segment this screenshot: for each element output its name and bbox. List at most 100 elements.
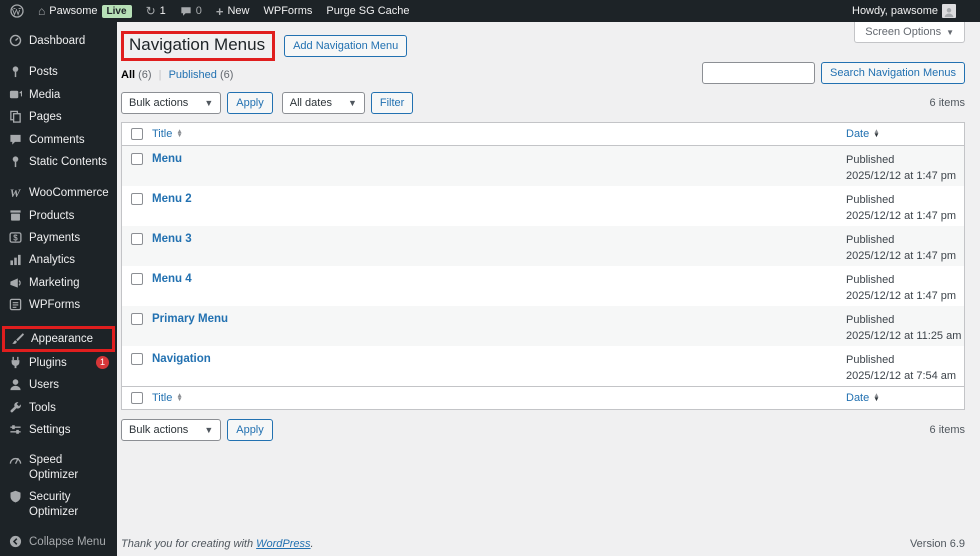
row-checkbox[interactable] <box>131 153 143 165</box>
sidebar-item-security-optimizer[interactable]: Security Optimizer <box>0 486 117 523</box>
sort-by-title-link[interactable]: Title ▲ ▼ <box>152 128 183 140</box>
form-icon <box>8 298 22 311</box>
sidebar-item-appearance[interactable]: Appearance <box>10 332 107 346</box>
comments-menu[interactable]: 0 <box>180 5 202 17</box>
sort-by-title-link[interactable]: Title ▲ ▼ <box>152 392 183 404</box>
sidebar-item-pages[interactable]: Pages <box>0 106 117 128</box>
sidebar-label: Plugins <box>29 356 67 369</box>
apply-button-bottom[interactable]: Apply <box>227 419 273 441</box>
brush-icon <box>10 332 24 345</box>
sidebar-item-dashboard[interactable]: Dashboard <box>0 30 117 52</box>
row-checkbox[interactable] <box>131 233 143 245</box>
row-checkbox-cell <box>122 153 152 165</box>
admin-footer: Thank you for creating with WordPress. V… <box>121 538 965 550</box>
sidebar-item-wpforms[interactable]: WPForms <box>0 294 117 316</box>
screen-options-toggle[interactable]: Screen Options ▼ <box>854 22 965 43</box>
table-footer-row: Title ▲ ▼ Date ▲ ▼ <box>122 386 964 409</box>
sidebar-item-plugins[interactable]: Plugins 1 <box>0 352 117 374</box>
sidebar-item-collapse-menu[interactable]: Collapse Menu <box>0 531 117 553</box>
sidebar-item-marketing[interactable]: Marketing <box>0 272 117 294</box>
search-navigation-menus-button[interactable]: Search Navigation Menus <box>821 62 965 84</box>
select-all-checkbox[interactable] <box>131 128 143 140</box>
navigation-menus-table: Title ▲ ▼ Date ▲ ▼ Menu Published 2025/12/… <box>121 122 965 410</box>
sidebar-label: Security Optimizer <box>29 491 79 518</box>
sidebar-item-products[interactable]: Products <box>0 205 117 227</box>
bar-chart-icon <box>8 253 22 266</box>
menu-title-link[interactable]: Menu <box>152 153 182 165</box>
wpforms-bar-label: WPForms <box>263 5 313 17</box>
all-dates-select[interactable]: All dates ▼ <box>281 92 365 114</box>
row-status: Published <box>846 274 895 286</box>
bulk-actions-value: Bulk actions <box>129 97 189 109</box>
row-checkbox[interactable] <box>131 273 143 285</box>
view-all-count: (6) <box>138 69 152 81</box>
user-icon <box>8 378 22 391</box>
woocommerce-icon: W <box>9 186 21 201</box>
new-menu[interactable]: + New <box>216 5 250 18</box>
sort-arrows-icon: ▲ ▼ <box>176 391 183 403</box>
add-navigation-menu-button[interactable]: Add Navigation Menu <box>284 35 408 57</box>
screen-options-label: Screen Options <box>865 26 942 38</box>
menu-title-link[interactable]: Primary Menu <box>152 313 228 325</box>
sidebar-item-analytics[interactable]: Analytics <box>0 249 117 271</box>
comment-icon <box>8 133 22 146</box>
footer-title-cell: Title ▲ ▼ <box>152 392 846 404</box>
sidebar-item-tools[interactable]: Tools <box>0 397 117 419</box>
account-menu[interactable]: Howdy, pawsome <box>852 4 956 18</box>
sidebar-item-settings[interactable]: Settings <box>0 419 117 441</box>
plus-icon: + <box>215 3 224 19</box>
sidebar-item-woocommerce[interactable]: W WooCommerce <box>0 182 117 204</box>
sort-by-date-link[interactable]: Date ▲ ▼ <box>846 128 880 140</box>
select-all-checkbox[interactable] <box>131 392 143 404</box>
filter-button[interactable]: Filter <box>370 92 414 114</box>
sidebar-item-comments[interactable]: Comments <box>0 129 117 151</box>
bulk-actions-select-bottom[interactable]: Bulk actions ▼ <box>121 419 222 441</box>
header-date-cell: Date ▲ ▼ <box>846 128 964 140</box>
items-count-bottom: 6 items <box>929 424 965 436</box>
wpforms-bar-item[interactable]: WPForms <box>263 5 312 17</box>
menu-title-link[interactable]: Menu 4 <box>152 273 192 285</box>
avatar <box>942 4 956 18</box>
sidebar-item-media[interactable]: Media <box>0 84 117 106</box>
sidebar-item-speed-optimizer[interactable]: Speed Optimizer <box>0 449 117 486</box>
menu-title-link[interactable]: Menu 2 <box>152 193 192 205</box>
sort-by-date-link[interactable]: Date ▲ ▼ <box>846 392 880 404</box>
wordpress-logo-icon[interactable] <box>10 4 24 18</box>
row-date: 2025/12/12 at 1:47 pm <box>846 169 957 182</box>
view-all-link[interactable]: All <box>121 69 135 81</box>
sidebar-item-static-contents[interactable]: Static Contents <box>0 151 117 173</box>
live-badge: Live <box>101 4 132 18</box>
menu-title-link[interactable]: Menu 3 <box>152 233 192 245</box>
table-row: Menu 2 Published 2025/12/12 at 1:47 pm <box>122 186 964 226</box>
purge-cache-bar-item[interactable]: Purge SG Cache <box>326 5 409 17</box>
menu-title-link[interactable]: Navigation <box>152 353 211 365</box>
sidebar-item-users[interactable]: Users <box>0 374 117 396</box>
items-count-top: 6 items <box>929 97 965 109</box>
row-checkbox[interactable] <box>131 313 143 325</box>
site-menu[interactable]: ⌂ Pawsome Live <box>38 4 132 18</box>
updates-menu[interactable]: ↻ 1 <box>146 5 166 17</box>
pin-icon <box>8 155 22 168</box>
row-checkbox-cell <box>122 313 152 325</box>
bulk-actions-select[interactable]: Bulk actions ▼ <box>121 92 222 114</box>
sidebar-label: Analytics <box>29 254 76 267</box>
view-published-link[interactable]: Published <box>169 69 217 81</box>
sidebar-item-posts[interactable]: Posts <box>0 61 117 83</box>
sidebar-label: Posts <box>29 66 58 79</box>
title-column-label: Title <box>152 392 173 404</box>
wordpress-link[interactable]: WordPress <box>256 538 310 550</box>
sidebar-label: Speed Optimizer <box>29 454 79 481</box>
apply-button[interactable]: Apply <box>227 92 273 114</box>
sidebar-item-payments[interactable]: $ Payments <box>0 227 117 249</box>
table-row: Menu 3 Published 2025/12/12 at 1:47 pm <box>122 226 964 266</box>
row-checkbox[interactable] <box>131 193 143 205</box>
dashboard-icon <box>8 34 22 47</box>
sort-arrows-icon: ▲ ▼ <box>176 127 183 139</box>
bulk-actions-value: Bulk actions <box>129 424 189 436</box>
pages-icon <box>8 110 22 123</box>
row-checkbox[interactable] <box>131 353 143 365</box>
row-date-cell: Published 2025/12/12 at 7:54 am <box>846 353 964 385</box>
row-date-cell: Published 2025/12/12 at 1:47 pm <box>846 233 964 265</box>
search-input[interactable] <box>702 62 816 84</box>
table-row: Menu Published 2025/12/12 at 1:47 pm <box>122 146 964 186</box>
